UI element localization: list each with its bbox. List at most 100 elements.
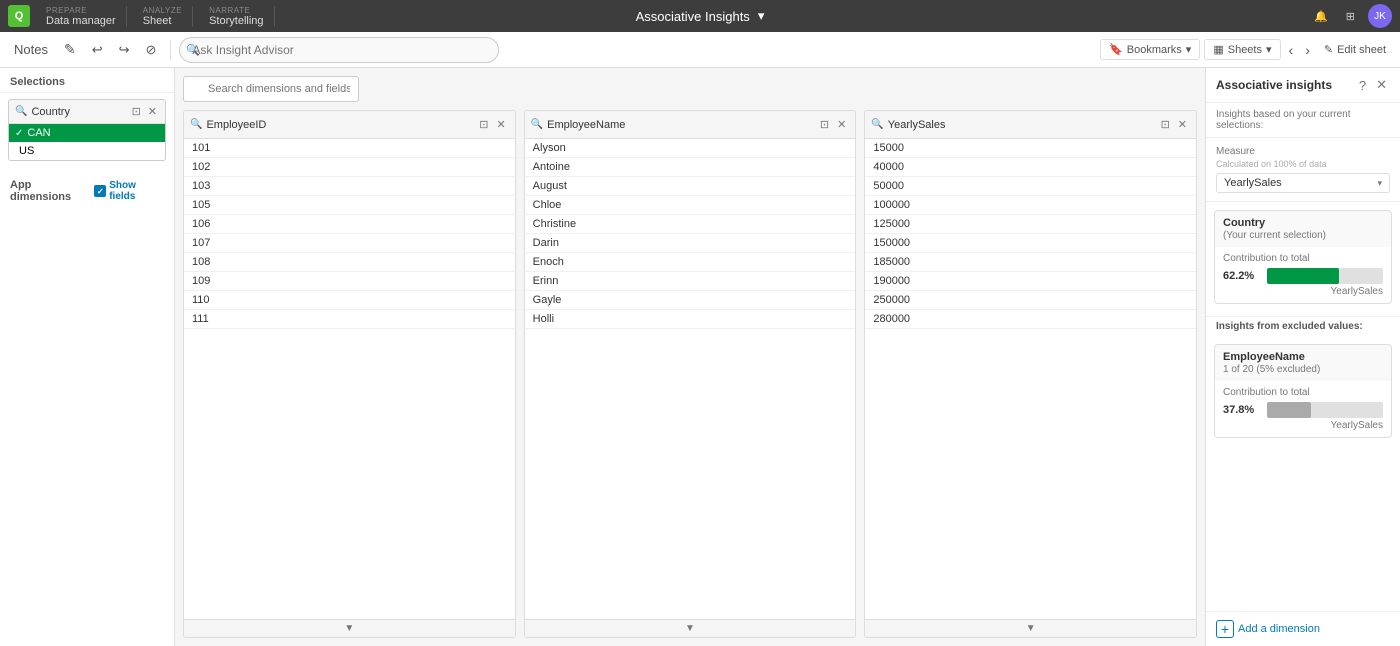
country-item-label: CAN: [27, 127, 50, 139]
list-item[interactable]: Darin: [525, 234, 856, 253]
insights-sub: Insights based on your current selection…: [1206, 103, 1400, 138]
employeename-close-btn[interactable]: ✕: [834, 117, 849, 132]
employeeid-header: 🔍 EmployeeID ⊡ ✕: [184, 111, 515, 139]
sheets-button[interactable]: ▦ Sheets ▾: [1204, 39, 1280, 60]
country-field-label: YearlySales: [1223, 286, 1383, 297]
show-fields-toggle[interactable]: ✓ Show fields: [94, 180, 164, 202]
filter-copy-button[interactable]: ⊡: [130, 104, 143, 119]
edit-icon: ✎: [1324, 43, 1333, 56]
list-item[interactable]: 150000: [865, 234, 1196, 253]
smart-search-button[interactable]: ✎: [58, 37, 82, 62]
grid-button[interactable]: ⊞: [1341, 8, 1360, 25]
list-item[interactable]: 40000: [865, 158, 1196, 177]
employeename-actions: ⊡ ✕: [817, 117, 849, 132]
show-fields-label: Show fields: [109, 180, 164, 202]
close-icon: ✕: [1376, 77, 1387, 92]
list-item[interactable]: 50000: [865, 177, 1196, 196]
clear-button[interactable]: ⊘: [140, 38, 163, 62]
employeeid-close-btn[interactable]: ✕: [493, 117, 508, 132]
grid-icon: ⊞: [1346, 10, 1355, 23]
country-card-title: Country: [1223, 217, 1383, 229]
list-item[interactable]: 111: [184, 310, 515, 329]
list-item[interactable]: Alyson: [525, 139, 856, 158]
list-item[interactable]: 107: [184, 234, 515, 253]
edit-sheet-button[interactable]: ✎ Edit sheet: [1318, 40, 1392, 59]
employeename-scroll-down[interactable]: ▼: [681, 622, 699, 635]
bookmarks-button[interactable]: 🔖 Bookmarks ▾: [1100, 39, 1200, 60]
list-item[interactable]: Erinn: [525, 272, 856, 291]
list-item[interactable]: 109: [184, 272, 515, 291]
list-item[interactable]: August: [525, 177, 856, 196]
employee-pct: 37.8%: [1223, 404, 1261, 416]
employeename-copy-btn[interactable]: ⊡: [817, 117, 832, 132]
back-button[interactable]: ↩: [86, 38, 109, 62]
list-item[interactable]: Holli: [525, 310, 856, 329]
bookmarks-chevron: ▾: [1186, 43, 1192, 56]
add-dimension-button[interactable]: + Add a dimension: [1216, 620, 1320, 638]
list-item[interactable]: 15000: [865, 139, 1196, 158]
list-item[interactable]: 250000: [865, 291, 1196, 310]
insight-advisor-input[interactable]: [179, 37, 499, 63]
bell-button[interactable]: 🔔: [1309, 8, 1333, 25]
measure-sub-label: Calculated on 100% of data: [1216, 159, 1390, 169]
filter-remove-button[interactable]: ✕: [146, 104, 159, 119]
measure-section: Measure Calculated on 100% of data Yearl…: [1206, 138, 1400, 202]
notes-label: Notes: [14, 42, 48, 57]
list-item[interactable]: 110: [184, 291, 515, 310]
employee-bar-bg: [1267, 402, 1383, 418]
measure-label: Measure: [1216, 146, 1390, 157]
list-item[interactable]: 101: [184, 139, 515, 158]
employeeid-copy-btn[interactable]: ⊡: [476, 117, 491, 132]
measure-dropdown[interactable]: YearlySales ▾: [1216, 173, 1390, 193]
sheets-chevron: ▾: [1266, 43, 1272, 56]
list-item[interactable]: 125000: [865, 215, 1196, 234]
employee-card-body: Contribution to total 37.8% YearlySales: [1215, 381, 1391, 437]
app-title-dropdown[interactable]: ▾: [758, 8, 765, 24]
notes-button[interactable]: Notes: [8, 38, 54, 61]
list-item[interactable]: 102: [184, 158, 515, 177]
list-item[interactable]: 105: [184, 196, 515, 215]
yearlysales-copy-btn[interactable]: ⊡: [1158, 117, 1173, 132]
list-item[interactable]: Antoine: [525, 158, 856, 177]
list-item[interactable]: 108: [184, 253, 515, 272]
narrate-section: Narrate Storytelling: [199, 6, 274, 27]
country-item-us[interactable]: US: [9, 142, 165, 160]
list-item[interactable]: 190000: [865, 272, 1196, 291]
prepare-section: Prepare Data manager: [36, 6, 127, 27]
list-item[interactable]: 280000: [865, 310, 1196, 329]
list-item[interactable]: 103: [184, 177, 515, 196]
list-item[interactable]: Christine: [525, 215, 856, 234]
analyze-value: Sheet: [143, 15, 172, 27]
list-item[interactable]: Enoch: [525, 253, 856, 272]
yearlysales-close-btn[interactable]: ✕: [1175, 117, 1190, 132]
employeename-footer: ▼: [525, 619, 856, 637]
dim-search-icon: 🔍: [190, 119, 202, 130]
right-panel: Associative insights ? ✕ Insights based …: [1205, 68, 1400, 646]
country-item-can[interactable]: ✓ CAN: [9, 124, 165, 142]
prev-sheet-button[interactable]: ‹: [1285, 40, 1298, 60]
list-item[interactable]: 106: [184, 215, 515, 234]
list-item[interactable]: Gayle: [525, 291, 856, 310]
yearlysales-title: 🔍 YearlySales: [871, 119, 945, 131]
app-title: Associative Insights: [636, 9, 750, 24]
forward-button[interactable]: ↪: [113, 38, 136, 62]
insights-close-button[interactable]: ✕: [1373, 76, 1390, 94]
yearlysales-scroll-down[interactable]: ▼: [1022, 622, 1040, 635]
employee-insight-card: EmployeeName 1 of 20 (5% excluded) Contr…: [1214, 344, 1392, 438]
country-filter: 🔍 Country ⊡ ✕ ✓ CAN US: [8, 99, 166, 161]
employeename-list: 🔍 EmployeeName ⊡ ✕ Alyson Antoine August…: [524, 110, 857, 638]
list-item[interactable]: 100000: [865, 196, 1196, 215]
employeeid-list: 🔍 EmployeeID ⊡ ✕ 101 102 103 105 106 107…: [183, 110, 516, 638]
search-dimensions-input[interactable]: [183, 76, 359, 102]
employeeid-scroll-down[interactable]: ▼: [340, 622, 358, 635]
insights-help-button[interactable]: ?: [1356, 76, 1369, 94]
narrate-value: Storytelling: [209, 15, 263, 27]
prepare-value: Data manager: [46, 15, 116, 27]
list-item[interactable]: Chloe: [525, 196, 856, 215]
narrate-label: Narrate: [209, 6, 250, 15]
avatar[interactable]: JK: [1368, 4, 1392, 28]
list-item[interactable]: 185000: [865, 253, 1196, 272]
next-sheet-button[interactable]: ›: [1301, 40, 1314, 60]
bookmark-icon: 🔖: [1109, 43, 1123, 56]
insights-header: Associative insights ? ✕: [1206, 68, 1400, 103]
